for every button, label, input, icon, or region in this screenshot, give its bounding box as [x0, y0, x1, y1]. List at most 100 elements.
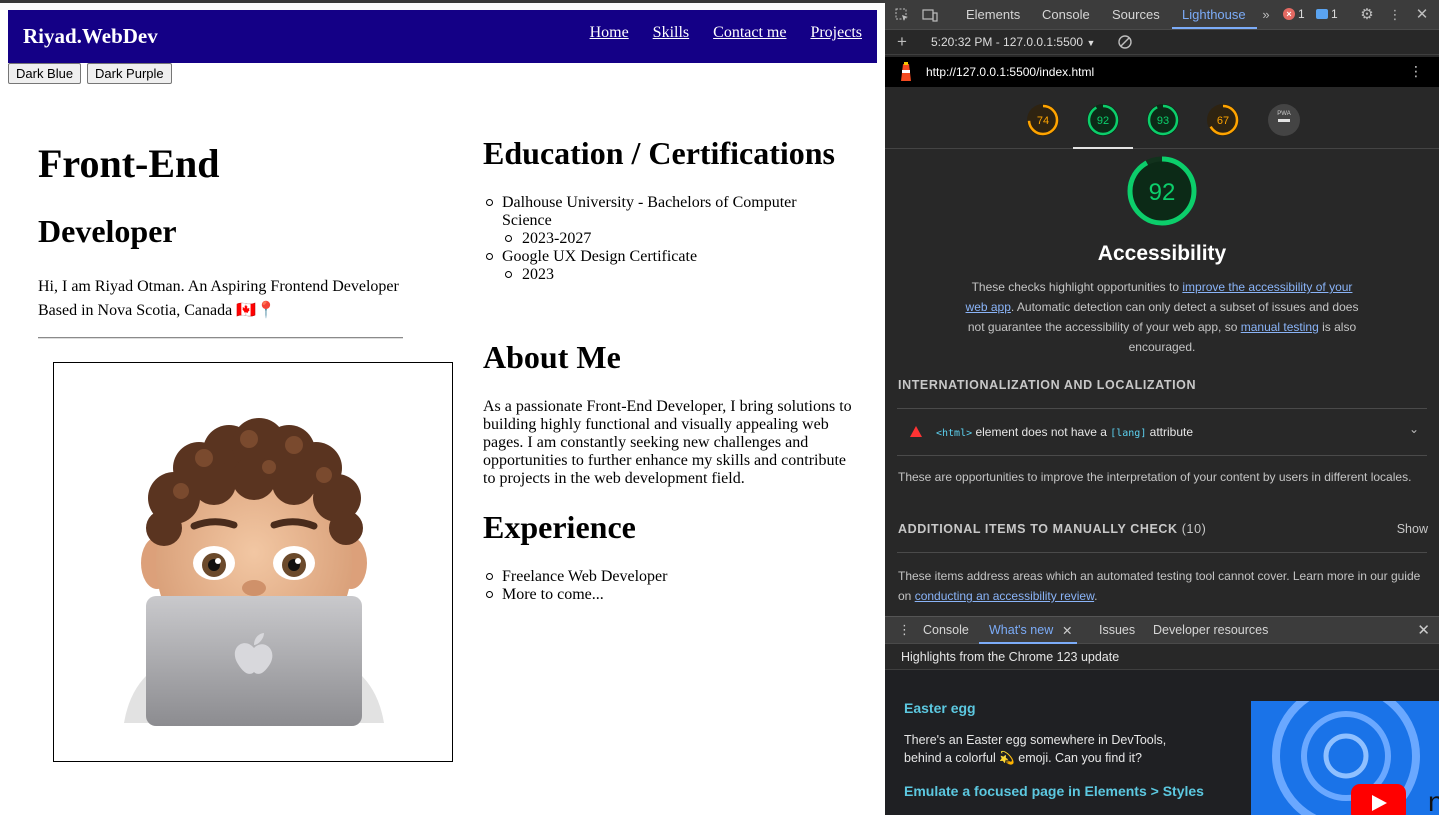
list-item: Google UX Design Certificate 2023 — [483, 248, 823, 284]
audit-html-lang[interactable]: <html> element does not have a [lang] at… — [897, 410, 1427, 455]
pwa-badge[interactable]: PWA — [1267, 103, 1301, 137]
dark-blue-button[interactable]: Dark Blue — [8, 63, 82, 84]
experience-list: Freelance Web Developer More to come... — [483, 568, 823, 604]
chevron-down-icon: ▼ — [1086, 38, 1096, 48]
intl-group-title: INTERNATIONALIZATION AND LOCALIZATION — [898, 378, 1197, 392]
active-tab-indicator — [979, 642, 1077, 644]
experience-heading: Experience — [483, 509, 636, 545]
whats-new-header: Highlights from the Chrome 123 update — [901, 650, 1120, 664]
code-html: <html> — [936, 428, 973, 439]
desc-text: . — [1094, 589, 1098, 603]
easter-egg-title[interactable]: Easter egg — [904, 700, 976, 716]
education-heading: Education / Certifications — [483, 135, 835, 171]
list-item: More to come... — [483, 586, 823, 604]
education-list: Dalhouse University - Bachelors of Compu… — [483, 194, 823, 284]
inspect-element-icon[interactable] — [894, 7, 910, 23]
tab-lighthouse[interactable]: Lighthouse — [1182, 7, 1246, 22]
memoji-laptop-illustration — [124, 418, 384, 726]
clear-reports-icon[interactable] — [1117, 34, 1133, 50]
nav-links: Home Skills Contact me Projects — [590, 24, 862, 42]
chrome-logo-graphic: n — [1272, 701, 1439, 815]
tab-console[interactable]: Console — [1042, 7, 1090, 22]
accessibility-score-value: 92 — [1097, 115, 1109, 127]
report-url: http://127.0.0.1:5500/index.html — [926, 65, 1095, 79]
emulate-focused-page-title[interactable]: Emulate a focused page in Elements > Sty… — [904, 782, 1204, 800]
divider — [897, 552, 1427, 553]
manual-title-text: ADDITIONAL ITEMS TO MANUALLY CHECK — [898, 522, 1178, 536]
about-heading: About Me — [483, 339, 621, 375]
report-url-bar: http://127.0.0.1:5500/index.html ⋮ — [885, 57, 1439, 87]
message-count: 1 — [1331, 7, 1338, 21]
accessibility-big-gauge: 92 — [1127, 156, 1197, 226]
about-text: As a passionate Front-End Developer, I b… — [483, 398, 852, 487]
audit-title: <html> element does not have a [lang] at… — [936, 425, 1193, 439]
message-count-badge[interactable]: 1 — [1316, 7, 1338, 21]
pwa-label: PWA — [1277, 111, 1290, 117]
new-report-plus-icon[interactable]: + — [894, 33, 910, 50]
drawer-tabbar: ⋮ Console What's new ✕ Issues Developer … — [885, 617, 1439, 644]
error-count-badge[interactable]: × 1 — [1283, 7, 1305, 21]
audit-text-part: attribute — [1146, 425, 1194, 439]
report-select-label: 5:20:32 PM - 127.0.0.1:5500 — [931, 35, 1084, 49]
play-video-icon[interactable] — [1351, 784, 1406, 815]
tab-sources[interactable]: Sources — [1112, 7, 1160, 22]
list-item: Dalhouse University - Bachelors of Compu… — [483, 194, 823, 248]
svg-text:n: n — [1428, 786, 1439, 815]
list-item: 2023 — [502, 266, 823, 284]
tab-elements[interactable]: Elements — [966, 7, 1020, 22]
accessibility-score-gauge[interactable]: 92 — [1086, 103, 1120, 137]
show-manual-button[interactable]: Show — [1397, 522, 1428, 536]
performance-score-value: 74 — [1037, 115, 1049, 127]
website-viewport: Riyad.WebDev Home Skills Contact me Proj… — [0, 0, 885, 815]
devtools-panel: Elements Console Sources Lighthouse » × … — [885, 0, 1439, 815]
avatar-image — [53, 362, 453, 762]
top-border — [0, 0, 885, 3]
seo-score-gauge[interactable]: 67 — [1206, 103, 1240, 137]
close-devtools-icon[interactable]: ✕ — [1414, 7, 1430, 23]
category-description: These checks highlight opportunities to … — [959, 277, 1365, 357]
dark-purple-button[interactable]: Dark Purple — [87, 63, 172, 84]
drawer-tab-console[interactable]: Console — [923, 623, 969, 637]
manual-testing-link[interactable]: manual testing — [1241, 320, 1319, 334]
education-item-name: Dalhouse University - Bachelors of Compu… — [502, 194, 797, 229]
accessibility-review-link[interactable]: conducting an accessibility review — [915, 589, 1094, 603]
nav-link-skills[interactable]: Skills — [653, 24, 689, 42]
code-lang: [lang] — [1110, 428, 1147, 439]
intl-group-description: These are opportunities to improve the i… — [898, 470, 1412, 484]
seo-score-value: 67 — [1217, 115, 1229, 127]
audit-text-part: element does not have a — [972, 425, 1111, 439]
more-options-icon[interactable]: ⋮ — [1387, 7, 1403, 23]
lighthouse-logo-icon — [901, 62, 911, 81]
best-practices-score-value: 93 — [1157, 115, 1169, 127]
performance-score-gauge[interactable]: 74 — [1026, 103, 1060, 137]
drawer-tab-issues[interactable]: Issues — [1099, 623, 1135, 637]
active-tab-indicator — [1172, 27, 1257, 29]
error-icon: × — [1283, 8, 1295, 20]
drawer-tab-developer-resources[interactable]: Developer resources — [1153, 623, 1268, 637]
chevron-down-icon[interactable]: ⌄ — [1409, 422, 1419, 436]
brand-logo[interactable]: Riyad.WebDev — [23, 24, 158, 49]
close-drawer-icon[interactable]: ✕ — [1417, 621, 1430, 639]
error-count: 1 — [1298, 7, 1305, 21]
video-thumbnail[interactable]: n — [1251, 701, 1439, 815]
nav-link-projects[interactable]: Projects — [810, 24, 862, 42]
desc-text: These checks highlight opportunities to — [971, 280, 1183, 294]
whats-new-content: Easter egg There's an Easter egg somewhe… — [885, 670, 1439, 815]
device-toolbar-icon[interactable] — [922, 7, 938, 23]
best-practices-score-gauge[interactable]: 93 — [1146, 103, 1180, 137]
report-select[interactable]: 5:20:32 PM - 127.0.0.1:5500 ▼ — [931, 35, 1095, 49]
education-item-name: Google UX Design Certificate — [502, 248, 698, 265]
navbar: Riyad.WebDev Home Skills Contact me Proj… — [8, 10, 877, 63]
list-item: Freelance Web Developer — [483, 568, 823, 586]
nav-link-home[interactable]: Home — [590, 24, 629, 42]
close-tab-icon[interactable]: ✕ — [1062, 623, 1072, 638]
drawer-tab-whats-new[interactable]: What's new — [989, 623, 1053, 637]
hero-intro: Hi, I am Riyad Otman. An Aspiring Fronte… — [38, 278, 399, 319]
more-tabs-icon[interactable]: » — [1258, 7, 1274, 23]
report-menu-icon[interactable]: ⋮ — [1409, 63, 1423, 80]
divider — [897, 455, 1427, 456]
hero-subtitle: Developer — [38, 213, 177, 249]
settings-gear-icon[interactable]: ⚙ — [1359, 7, 1375, 23]
drawer-menu-icon[interactable]: ⋮ — [898, 622, 911, 638]
nav-link-contact[interactable]: Contact me — [713, 24, 786, 42]
